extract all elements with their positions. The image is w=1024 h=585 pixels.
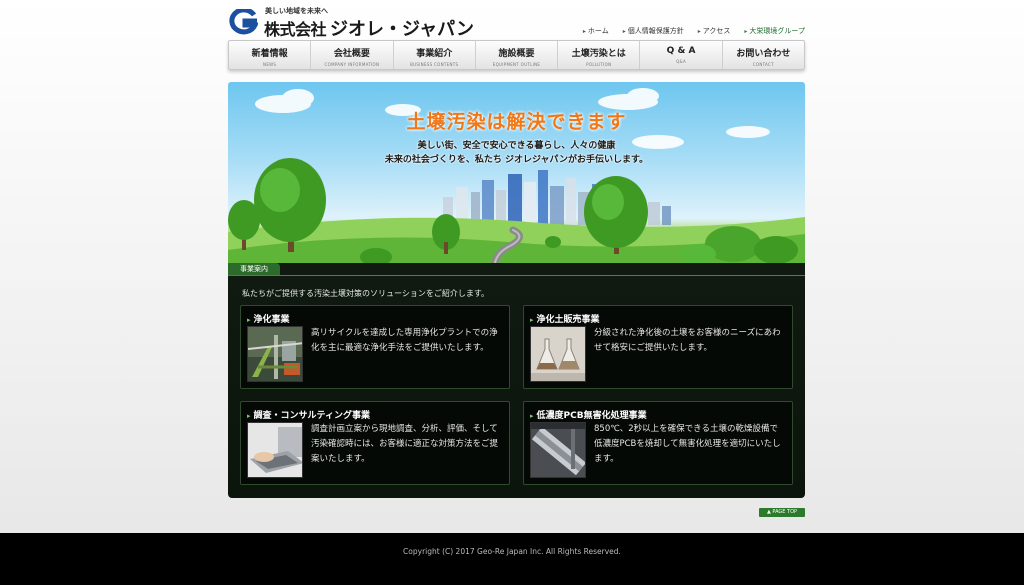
nav-company[interactable]: 会社概要 COMPANY INFORMATION: [311, 41, 394, 69]
hero-subtitle: 美しい街、安全で安心できる暮らし、人々の健康 未来の社会づくりを、私たち ジオレ…: [228, 139, 805, 167]
nav-news[interactable]: 新着情報 NEWS: [229, 41, 312, 69]
nav-equipment[interactable]: 施設概要 EQUIPMENT OUTLINE: [476, 41, 559, 69]
card-text: 高リサイクルを達成した専用浄化プラントでの浄化を主に最適な浄化手法をご提供いたし…: [311, 328, 498, 353]
nav-label: Q & A: [666, 46, 696, 56]
nav-contact[interactable]: お問い合わせ CONTACT: [723, 41, 804, 69]
nav-sublabel: EQUIPMENT OUTLINE: [492, 62, 541, 67]
card-image-kiln: [530, 422, 586, 478]
card-text: 850℃、2秒以上を確保できる土壌の乾燥設備で低濃度PCBを焼却して無害化処理を…: [594, 424, 781, 464]
nav-sublabel: COMPANY INFORMATION: [324, 62, 380, 67]
card-soil-sales[interactable]: 浄化土販売事業 分級された浄化後の土壌をお客様のニーズにあわせて格安にご提供いた…: [523, 305, 793, 389]
nav-label: 施設概要: [498, 49, 535, 59]
toplink-home[interactable]: ホーム: [583, 26, 609, 36]
card-text: 分級された浄化後の土壌をお客様のニーズにあわせて格安にご提供いたします。: [594, 328, 781, 353]
business-intro: 私たちがご提供する汚染土壌対策のソリューションをご紹介します。: [242, 289, 490, 298]
card-title[interactable]: 浄化土販売事業: [530, 312, 600, 325]
nav-sublabel: BUSINESS CONTENTS: [410, 62, 459, 67]
company-logo[interactable]: 美しい地域を未来へ 株式会社 ジオレ・ジャパン: [228, 6, 474, 40]
card-image-plant: [247, 326, 303, 382]
nav-label: 新着情報: [251, 49, 288, 59]
copyright-text: Copyright (C) 2017 Geo-Re Japan Inc. All…: [403, 547, 621, 556]
logo-company-katakana: ジオレ・ジャパン: [330, 19, 475, 40]
card-consulting[interactable]: 調査・コンサルティング事業 調査計画立案から現地調査、分析、評価、そして汚染確認…: [240, 401, 510, 485]
hero-banner: 土壌汚染は解決できます 美しい街、安全で安心できる暮らし、人々の健康 未来の社会…: [228, 82, 805, 277]
card-image-flasks: [530, 326, 586, 382]
top-links: ホーム 個人情報保護方針 アクセス 大栄環境グループ: [583, 26, 805, 36]
nav-sublabel: POLLUTION: [586, 62, 612, 67]
nav-label: 会社概要: [333, 49, 370, 59]
toplink-group[interactable]: 大栄環境グループ: [744, 26, 805, 36]
nav-label: 事業紹介: [416, 49, 453, 59]
logo-company-prefix: 株式会社: [264, 20, 327, 39]
hero-subtitle-line2: 未来の社会づくりを、私たち ジオレジャパンがお手伝いします。: [384, 155, 649, 165]
nav-label: お問い合わせ: [736, 49, 791, 59]
business-section: 事業案内 私たちがご提供する汚染土壌対策のソリューションをご紹介します。 浄化事…: [228, 263, 805, 498]
logo-g-icon: [229, 9, 258, 35]
nav-sublabel: Q&A: [676, 59, 686, 64]
card-title[interactable]: 低濃度PCB無害化処理事業: [530, 408, 647, 421]
page-top-label: PAGE TOP: [772, 509, 798, 515]
nav-pollution[interactable]: 土壌汚染とは POLLUTION: [558, 41, 641, 69]
card-text: 調査計画立案から現地調査、分析、評価、そして汚染確認時には、お客様に適正な対策方…: [311, 424, 499, 464]
card-purification[interactable]: 浄化事業 高リサイクルを達成した専用浄化プラントでの浄化を主に最適な浄化手法をご…: [240, 305, 510, 389]
nav-sublabel: CONTACT: [752, 62, 774, 67]
logo-company-name: 株式会社 ジオレ・ジャパン: [264, 15, 474, 41]
arrow-up-icon: ▲: [766, 509, 771, 515]
hero-subtitle-line1: 美しい街、安全で安心できる暮らし、人々の健康: [417, 141, 616, 151]
card-image-laptop: [247, 422, 303, 478]
footer: Copyright (C) 2017 Geo-Re Japan Inc. All…: [0, 533, 1024, 585]
business-tab-label: 事業案内: [228, 263, 805, 276]
card-pcb-treatment[interactable]: 低濃度PCB無害化処理事業 850℃、2秒以上を確保できる土壌の乾燥設備で低濃度…: [523, 401, 793, 485]
nav-business[interactable]: 事業紹介 BUSINESS CONTENTS: [394, 41, 476, 69]
nav-qa[interactable]: Q & A Q&A: [640, 41, 723, 69]
hero-title: 土壌汚染は解決できます: [406, 111, 627, 133]
nav-label: 土壌汚染とは: [571, 49, 626, 59]
card-title[interactable]: 調査・コンサルティング事業: [247, 408, 370, 421]
card-title[interactable]: 浄化事業: [247, 312, 290, 325]
toplink-privacy[interactable]: 個人情報保護方針: [623, 26, 684, 36]
toplink-access[interactable]: アクセス: [698, 26, 731, 36]
nav-sublabel: NEWS: [263, 62, 277, 67]
page-top-button[interactable]: ▲ PAGE TOP: [759, 508, 805, 517]
global-nav: 新着情報 NEWS 会社概要 COMPANY INFORMATION 事業紹介 …: [228, 40, 805, 70]
